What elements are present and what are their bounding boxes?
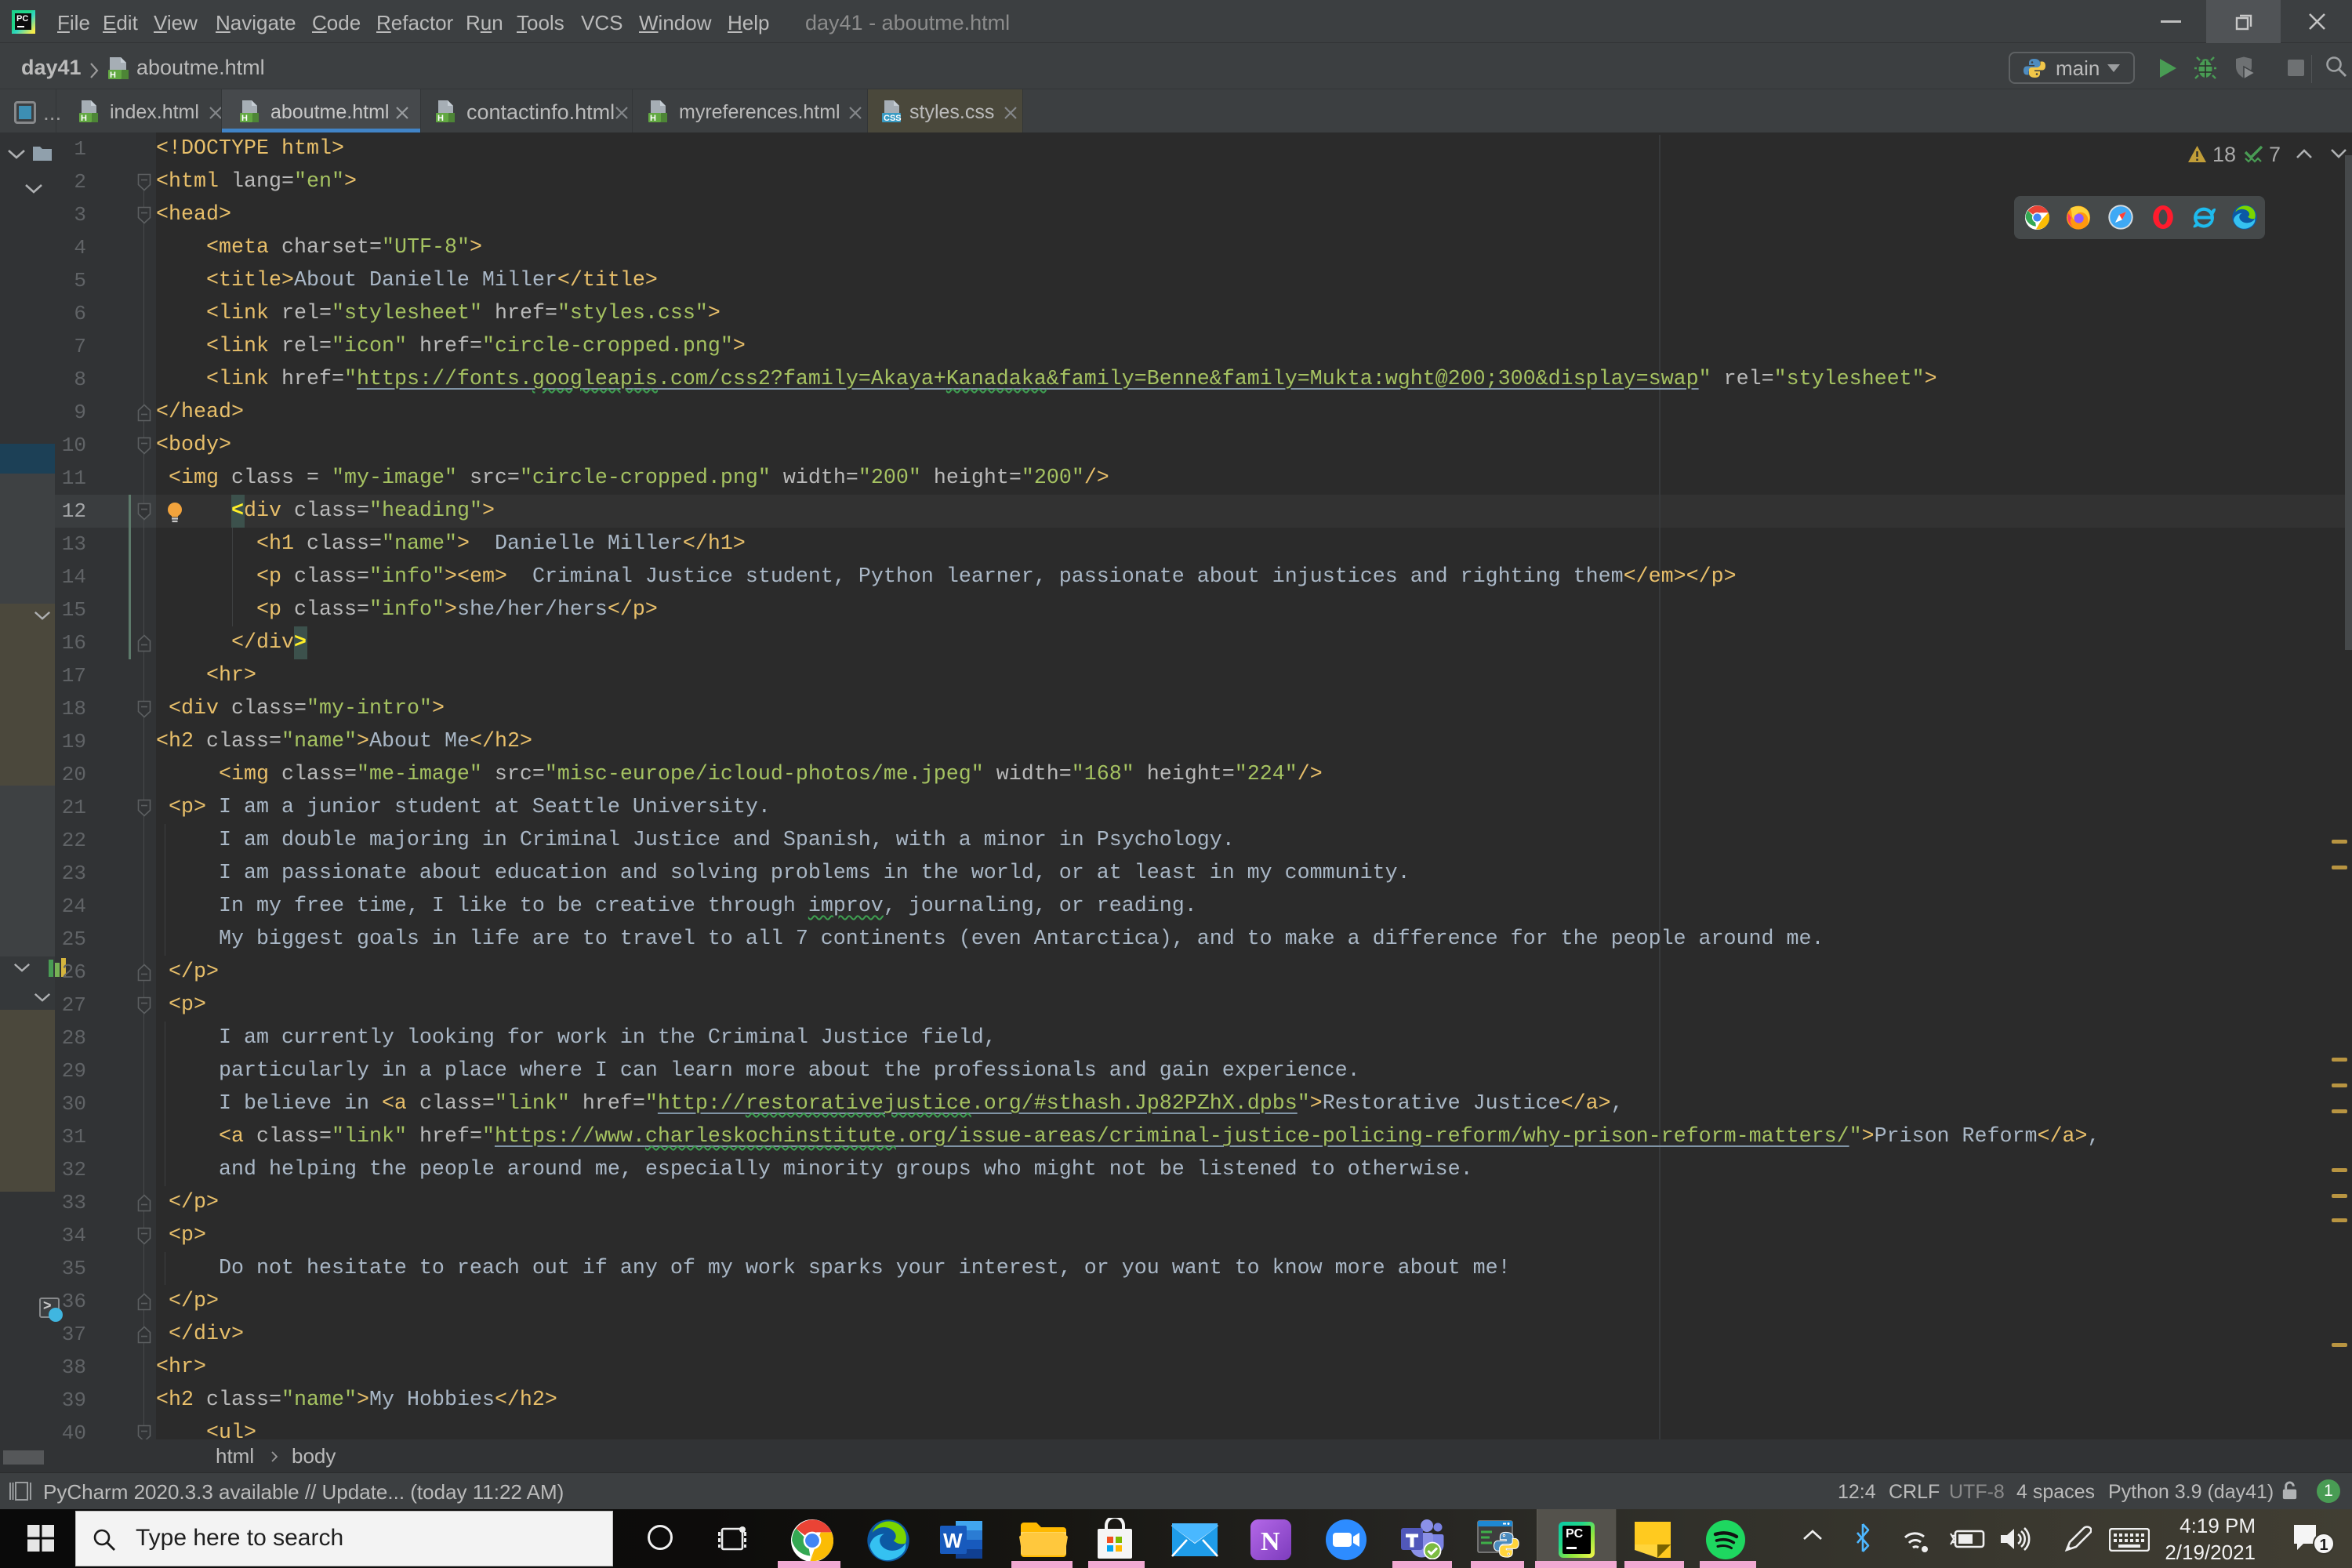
svg-text:W: W bbox=[943, 1529, 963, 1552]
svg-text:N: N bbox=[1261, 1527, 1280, 1556]
svg-text:H: H bbox=[650, 114, 656, 123]
svg-text:H: H bbox=[81, 114, 87, 123]
svg-text:H: H bbox=[241, 114, 248, 123]
svg-text:CSS: CSS bbox=[884, 114, 902, 123]
svg-text:H: H bbox=[437, 114, 444, 123]
svg-text:H: H bbox=[110, 71, 116, 80]
